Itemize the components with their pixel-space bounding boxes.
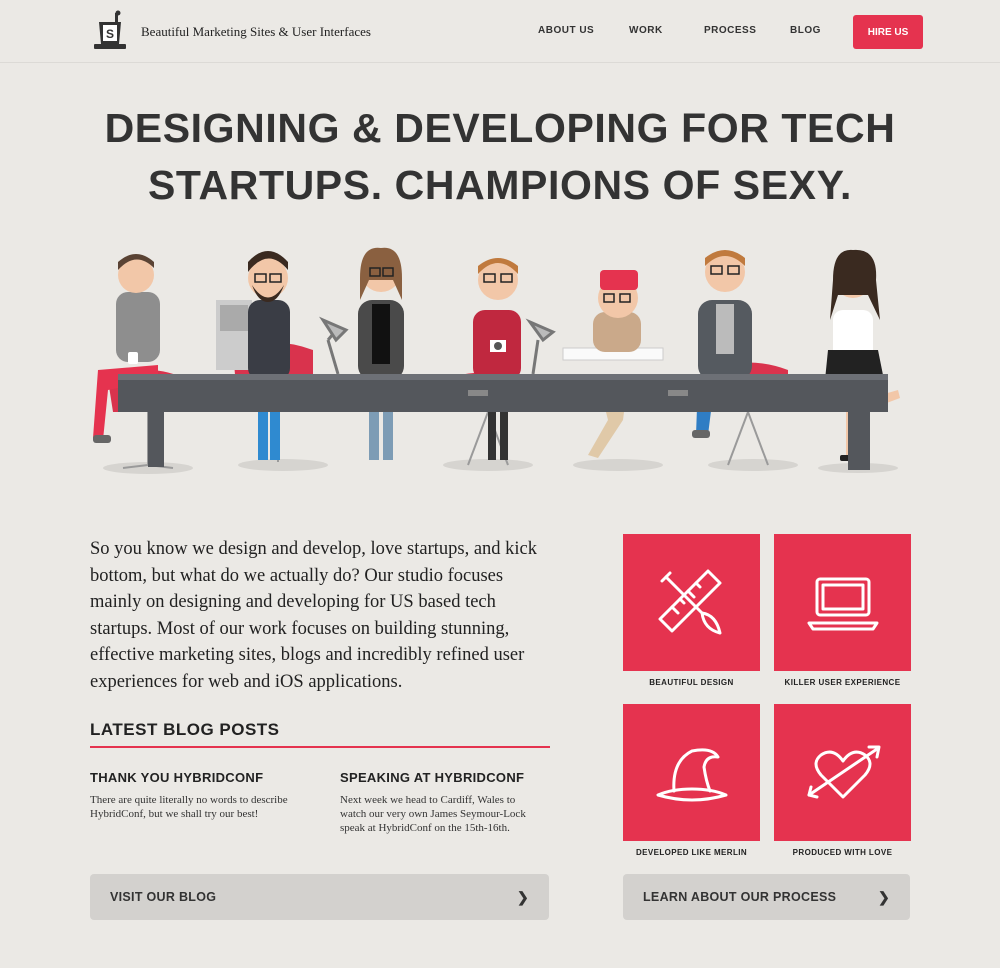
nav-work[interactable]: WORK	[629, 25, 663, 36]
tile-developed-like-merlin[interactable]	[623, 704, 760, 841]
hero-headline-line-1: DESIGNING & DEVELOPING FOR TECH	[104, 105, 896, 151]
blog-post: THANK YOU HYBRIDCONF There are quite lit…	[90, 770, 290, 821]
site-tagline: Beautiful Marketing Sites & User Interfa…	[141, 24, 371, 39]
tile-label-beautiful-design: BEAUTIFUL DESIGN	[649, 678, 734, 687]
logo-icon[interactable]: S	[90, 10, 130, 52]
tile-label-produced-with-love: PRODUCED WITH LOVE	[792, 848, 893, 857]
visit-blog-label: VISIT OUR BLOG	[110, 890, 217, 904]
nav-blog[interactable]: BLOG	[790, 25, 821, 36]
intro-paragraph: So you know we design and develop, love …	[90, 539, 538, 692]
heart-arrow-icon	[807, 745, 880, 798]
blog-post: SPEAKING AT HYBRIDCONF Next week we head…	[340, 770, 540, 835]
hero-headline: DESIGNING & DEVELOPING FOR TECH STARTUPS…	[0, 100, 1000, 214]
tile-label-developed-like-merlin: DEVELOPED LIKE MERLIN	[635, 848, 748, 857]
blog-post-excerpt: There are quite literally no words to de…	[90, 794, 288, 820]
learn-process-label: LEARN ABOUT OUR PROCESS	[643, 890, 837, 904]
blog-section-heading: LATEST BLOG POSTS	[90, 720, 550, 748]
laptop-icon	[807, 577, 878, 630]
chevron-right-icon: ❯	[516, 888, 529, 905]
tile-label-killer-ux: KILLER USER EXPERIENCE	[784, 678, 901, 687]
tile-beautiful-design[interactable]	[623, 534, 760, 671]
person-3	[358, 247, 404, 460]
nav-process[interactable]: PROCESS	[704, 25, 756, 36]
chevron-right-icon: ❯	[877, 888, 890, 905]
tile-killer-ux[interactable]	[774, 534, 911, 671]
ruler-brush-icon	[658, 569, 721, 634]
blog-post-title[interactable]: SPEAKING AT HYBRIDCONF	[340, 770, 540, 785]
nav-about-us[interactable]: ABOUT US	[538, 25, 594, 36]
person-4	[473, 258, 521, 460]
hero-headline-line-2: STARTUPS. CHAMPIONS OF SEXY.	[147, 162, 852, 208]
team-illustration	[93, 247, 900, 474]
blog-post-excerpt: Next week we head to Cardiff, Wales to w…	[340, 794, 526, 834]
learn-process-button[interactable]: LEARN ABOUT OUR PROCESS ❯	[623, 874, 910, 920]
site-header: S Beautiful Marketing Sites & User Inter…	[0, 0, 1000, 63]
visit-blog-button[interactable]: VISIT OUR BLOG ❯	[90, 874, 549, 920]
tile-produced-with-love[interactable]	[774, 704, 911, 841]
svg-text:S: S	[106, 27, 114, 41]
hire-us-button[interactable]: HIRE US	[853, 15, 923, 49]
person-2	[216, 251, 290, 460]
person-5	[562, 270, 664, 458]
blog-post-title[interactable]: THANK YOU HYBRIDCONF	[90, 770, 290, 785]
wizard-hat-icon	[656, 747, 727, 801]
